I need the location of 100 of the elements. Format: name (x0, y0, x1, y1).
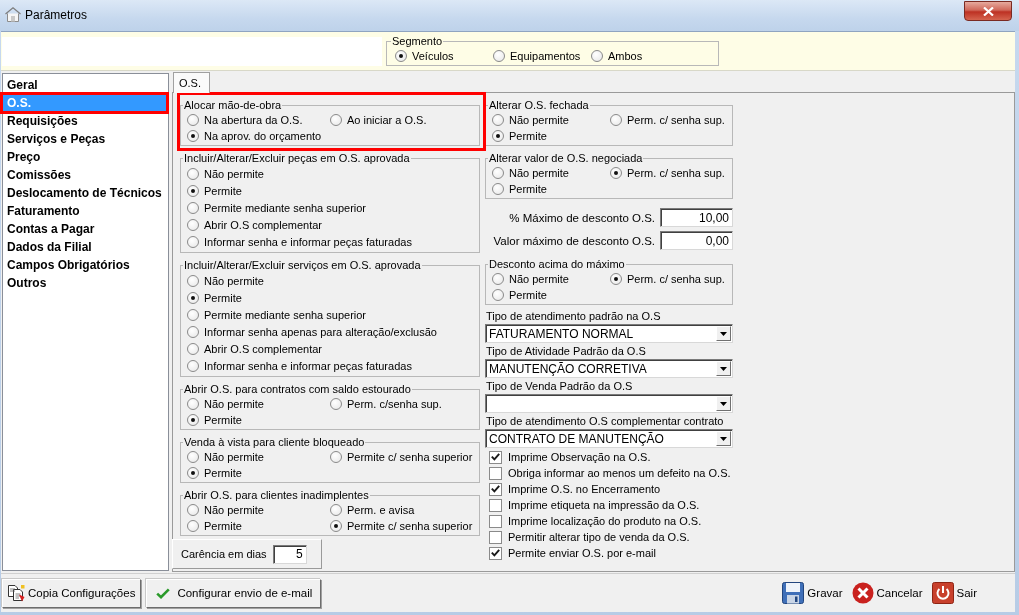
sidebar-item[interactable]: Faturamento (3, 202, 168, 220)
number-field[interactable]: 5 (272, 544, 307, 564)
dropdown-button[interactable] (716, 326, 731, 341)
radio-button[interactable] (591, 50, 603, 62)
sidebar-item[interactable]: Dados da Filial (3, 238, 168, 256)
radio-button[interactable] (610, 167, 622, 179)
radio-button[interactable] (610, 273, 622, 285)
radio-label[interactable]: Permite (509, 289, 547, 301)
radio-label[interactable]: Perm. c/ senha sup. (627, 114, 725, 126)
radio-label[interactable]: Veículos (412, 50, 454, 62)
radio-label[interactable]: Permite (509, 183, 547, 195)
radio-button[interactable] (330, 520, 342, 532)
checkbox[interactable] (489, 546, 502, 560)
radio-label[interactable]: Permite (204, 291, 242, 304)
radio-button[interactable] (187, 520, 199, 532)
radio-label[interactable]: Perm. c/ senha sup. (627, 167, 725, 179)
radio-label[interactable]: Perm. e avisa (347, 504, 415, 516)
radio-button[interactable] (187, 308, 199, 321)
radio-label[interactable]: Não permite (204, 398, 264, 410)
radio-button[interactable] (492, 130, 504, 142)
radio-button[interactable] (330, 504, 342, 516)
radio-button[interactable] (492, 273, 504, 285)
close-button[interactable] (964, 1, 1012, 21)
radio-button[interactable] (187, 184, 199, 197)
radio-button[interactable] (187, 359, 199, 372)
radio-label[interactable]: Informar senha e informar peças faturadas (204, 359, 412, 372)
radio-button[interactable] (492, 183, 504, 195)
dropdown-button[interactable] (716, 396, 731, 411)
radio-button[interactable] (187, 235, 199, 248)
sidebar-item[interactable]: Outros (3, 274, 168, 292)
dropdown[interactable]: MANUTENÇÃO CORRETIVA (485, 359, 733, 378)
radio-button[interactable] (187, 398, 199, 410)
radio-label[interactable]: Não permite (509, 167, 569, 179)
radio-button[interactable] (187, 504, 199, 516)
sidebar-item[interactable]: Deslocamento de Técnicos (3, 184, 168, 202)
checkbox-label[interactable]: Permitir alterar tipo de venda da O.S. (508, 531, 690, 543)
checkbox[interactable] (489, 482, 502, 496)
sidebar-item[interactable]: Requisições (3, 112, 168, 130)
radio-label[interactable]: Informar senha apenas para alteração/exclusão (204, 325, 437, 338)
radio-button[interactable] (330, 114, 342, 126)
copy-settings-button[interactable]: Copia Configurações (2, 578, 142, 608)
radio-label[interactable]: Perm. c/ senha sup. (627, 273, 725, 285)
radio-label[interactable]: Ao iniciar a O.S. (347, 114, 427, 126)
sidebar-item[interactable]: Campos Obrigatórios (3, 256, 168, 274)
checkbox[interactable] (489, 530, 502, 544)
checkbox-label[interactable]: Imprime O.S. no Encerramento (508, 483, 661, 495)
radio-button[interactable] (187, 467, 199, 479)
checkbox-label[interactable]: Permite enviar O.S. por e-mail (508, 547, 656, 559)
exit-button[interactable]: Sair (929, 579, 979, 607)
radio-label[interactable]: Permite (204, 520, 242, 532)
radio-label[interactable]: Abrir O.S complementar (204, 218, 322, 231)
radio-button[interactable] (187, 342, 199, 355)
radio-label[interactable]: Não permite (509, 273, 569, 285)
radio-label[interactable]: Abrir O.S complementar (204, 342, 322, 355)
checkbox-label[interactable]: Imprime etiqueta na impressão da O.S. (508, 499, 700, 511)
radio-label[interactable]: Não permite (204, 167, 264, 180)
radio-button[interactable] (187, 414, 199, 426)
dropdown-button[interactable] (716, 361, 731, 376)
radio-label[interactable]: Permite mediante senha superior (204, 308, 367, 321)
radio-label[interactable]: Na aprov. do orçamento (204, 130, 322, 142)
cancel-button[interactable]: Cancelar (849, 579, 925, 607)
save-button[interactable]: Gravar (780, 579, 845, 607)
radio-button[interactable] (187, 274, 199, 287)
checkbox[interactable] (489, 466, 502, 480)
radio-label[interactable]: Ambos (608, 50, 643, 62)
sidebar-item[interactable]: Geral (3, 76, 168, 94)
radio-label[interactable]: Informar senha e informar peças faturadas (204, 235, 412, 248)
radio-button[interactable] (610, 114, 622, 126)
dropdown-button[interactable] (716, 431, 731, 446)
tab[interactable]: O.S. (173, 72, 210, 93)
checkbox[interactable] (489, 514, 502, 528)
radio-label[interactable]: Equipamentos (510, 50, 581, 62)
radio-label[interactable]: Não permite (204, 274, 264, 287)
radio-label[interactable]: Permite c/ senha superior (347, 451, 473, 463)
radio-button[interactable] (187, 218, 199, 231)
sidebar-item[interactable]: Serviços e Peças (3, 130, 168, 148)
radio-button[interactable] (187, 114, 199, 126)
checkbox-label[interactable]: Imprime Observação na O.S. (508, 451, 651, 463)
email-settings-button[interactable]: Configurar envio de e-mail (146, 578, 322, 608)
number-field[interactable]: 10,00 (660, 208, 733, 227)
radio-label[interactable]: Não permite (204, 504, 264, 516)
number-field[interactable]: 0,00 (660, 231, 733, 250)
radio-button[interactable] (330, 451, 342, 463)
dropdown[interactable]: FATURAMENTO NORMAL (485, 324, 733, 343)
radio-button[interactable] (187, 451, 199, 463)
checkbox-label[interactable]: Imprime localização do produto na O.S. (508, 515, 702, 527)
dropdown[interactable]: CONTRATO DE MANUTENÇÃO (485, 429, 733, 448)
radio-label[interactable]: Não permite (204, 451, 264, 463)
checkbox[interactable] (489, 450, 502, 464)
radio-button[interactable] (493, 50, 505, 62)
radio-button[interactable] (187, 130, 199, 142)
radio-button[interactable] (395, 50, 407, 62)
radio-label[interactable]: Permite (204, 467, 242, 479)
radio-button[interactable] (492, 114, 504, 126)
radio-label[interactable]: Não permite (509, 114, 569, 126)
radio-label[interactable]: Perm. c/senha sup. (347, 398, 442, 410)
radio-button[interactable] (492, 167, 504, 179)
radio-button[interactable] (187, 201, 199, 214)
radio-label[interactable]: Permite mediante senha superior (204, 201, 367, 214)
sidebar-item[interactable]: Preço (3, 148, 168, 166)
